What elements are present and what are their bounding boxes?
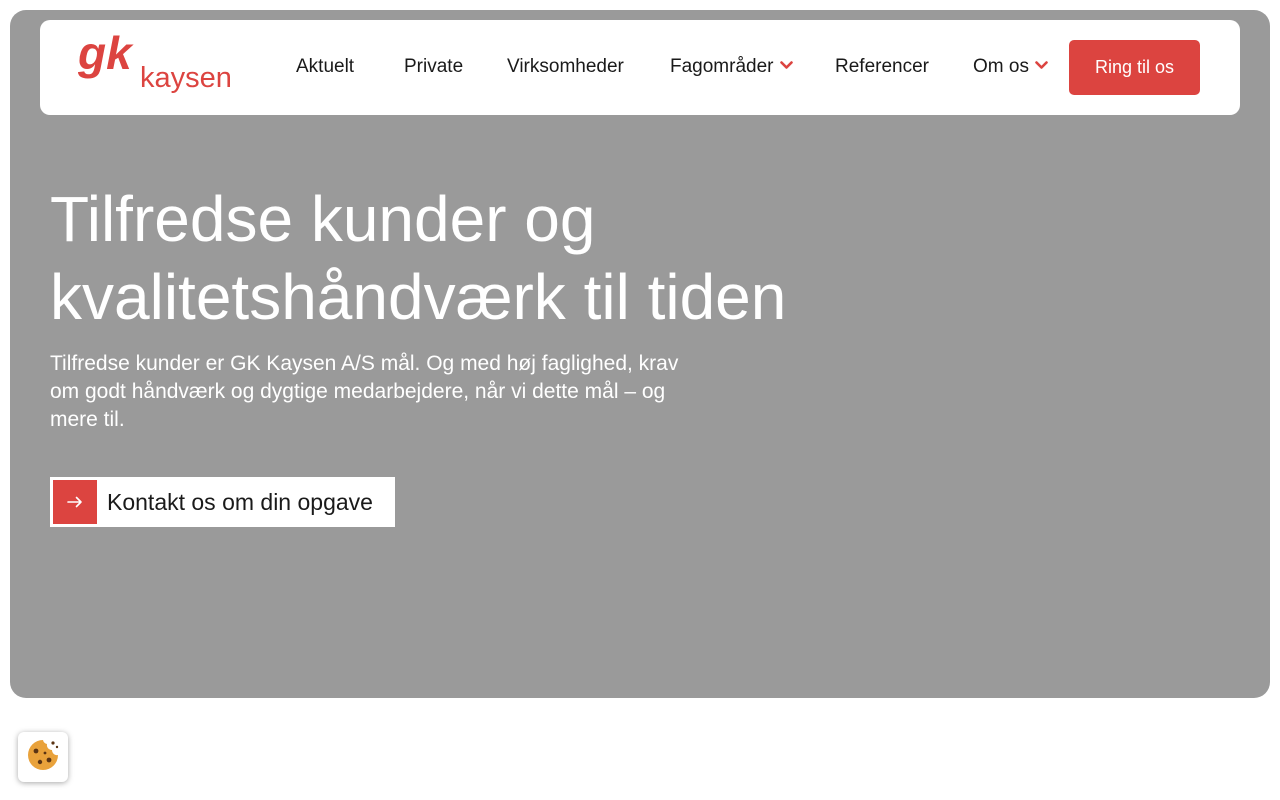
nav-item-private[interactable]: Private (404, 56, 463, 78)
cookie-settings-button[interactable] (18, 732, 68, 782)
arrow-right-icon (53, 480, 97, 524)
nav-item-fagomrader[interactable]: Fagområder (670, 56, 793, 78)
chevron-down-icon (779, 54, 793, 76)
nav-menu: Aktuelt Private Virksomheder Fagområder … (40, 20, 1240, 115)
contact-button[interactable]: Kontakt os om din opgave (50, 477, 395, 527)
hero-section: gk kaysen Aktuelt Private Virksomheder F… (10, 10, 1270, 698)
chevron-down-icon (1035, 54, 1048, 76)
navbar: gk kaysen Aktuelt Private Virksomheder F… (40, 20, 1240, 115)
nav-item-aktuelt[interactable]: Aktuelt (296, 56, 354, 78)
nav-item-label: Aktuelt (296, 56, 355, 77)
nav-item-label: Referencer (835, 56, 929, 77)
nav-item-label: Fagområder (670, 56, 774, 77)
nav-item-label: Virksomheder (507, 56, 624, 77)
cookie-icon (26, 738, 60, 777)
ring-til-os-button[interactable]: Ring til os (1069, 40, 1200, 95)
nav-item-label: Om os (973, 56, 1029, 77)
hero-subtext: Tilfredse kunder er GK Kaysen A/S mål. O… (50, 352, 679, 431)
nav-item-om-os[interactable]: Om os (973, 56, 1048, 78)
nav-item-label: Private (404, 56, 464, 77)
nav-item-virksomheder[interactable]: Virksomheder (507, 56, 624, 78)
page-title: Tilfredse kunder og kvalitetshåndværk ti… (50, 183, 787, 333)
nav-item-referencer[interactable]: Referencer (835, 56, 929, 78)
contact-button-label: Kontakt os om din opgave (107, 488, 373, 515)
